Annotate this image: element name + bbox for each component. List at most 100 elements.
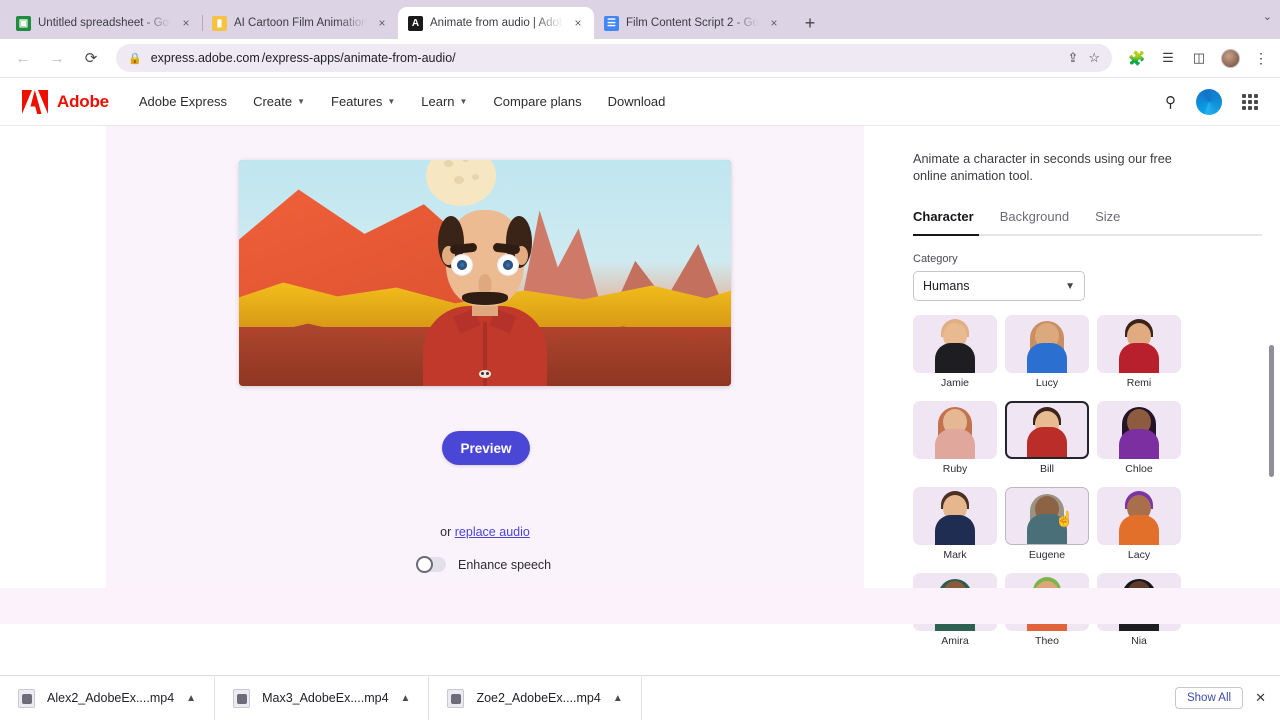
character-option-jamie[interactable]: Jamie — [913, 315, 997, 389]
enhance-speech-row[interactable]: Enhance speech — [416, 556, 551, 573]
tab-title: Animate from audio | Adobe Ex — [430, 17, 563, 29]
character-thumbnail[interactable] — [913, 487, 997, 546]
character-option-remi[interactable]: Remi — [1097, 315, 1181, 389]
nav-features[interactable]: Features ▼ — [331, 94, 395, 109]
download-item[interactable]: Alex2_AdobeEx....mp4 ▲ — [0, 675, 216, 720]
tool-panel: Animate from audio BETA Animate a charac… — [895, 113, 1280, 720]
chevron-down-icon: ▼ — [459, 97, 468, 106]
extensions-puzzle-icon[interactable]: 🧩 — [1126, 47, 1148, 69]
character-thumbnail[interactable] — [1097, 401, 1181, 460]
character-thumbnail[interactable] — [1005, 401, 1089, 460]
tab-close-button[interactable]: × — [570, 15, 586, 31]
tab-size[interactable]: Size — [1095, 209, 1120, 236]
chevron-down-icon: ▼ — [297, 97, 306, 106]
nav-label: Download — [607, 94, 666, 109]
avatar-body — [1027, 343, 1067, 374]
enhance-speech-toggle[interactable] — [416, 556, 446, 573]
address-bar[interactable]: 🔒 express.adobe.com /express-apps/animat… — [116, 44, 1112, 72]
animation-preview[interactable] — [239, 160, 731, 386]
reading-list-icon[interactable]: ☰ — [1157, 47, 1179, 69]
tab-close-button[interactable]: × — [374, 15, 390, 31]
chrome-menu-icon[interactable]: ⋮ — [1250, 47, 1272, 69]
replace-audio-row: or replace audio — [106, 525, 864, 539]
share-icon[interactable]: ⇪ — [1067, 50, 1078, 66]
adobe-logo[interactable]: Adobe — [22, 89, 109, 114]
character-thumbnail[interactable] — [913, 401, 997, 460]
nav-create[interactable]: Create ▼ — [253, 94, 305, 109]
nav-learn[interactable]: Learn ▼ — [421, 94, 467, 109]
cursor-pointer-icon: ☝ — [1055, 511, 1074, 529]
canvas-card: Preview or replace audio Enhance speech — [106, 113, 864, 618]
apps-grid-icon[interactable] — [1242, 93, 1258, 110]
chevron-up-icon[interactable]: ▲ — [401, 693, 411, 704]
character-option-ruby[interactable]: Ruby — [913, 401, 997, 475]
browser-tab-0[interactable]: ▣ Untitled spreadsheet - Google × — [6, 7, 202, 39]
sheets-icon: ▣ — [16, 15, 31, 31]
adobe-icon: A — [408, 15, 423, 31]
tab-close-button[interactable]: × — [178, 15, 194, 31]
page-content: Preview or replace audio Enhance speech … — [0, 113, 1280, 720]
download-item[interactable]: Zoe2_AdobeEx....mp4 ▲ — [429, 675, 642, 720]
browser-tab-3[interactable]: ☰ Film Content Script 2 - Google × — [594, 7, 790, 39]
download-item[interactable]: Max3_AdobeEx....mp4 ▲ — [215, 675, 430, 720]
nav-label: Compare plans — [493, 94, 582, 109]
toolbar-icons: 🧩 ☰ ◫ ⋮ — [1122, 47, 1272, 69]
shirt-button — [479, 369, 491, 378]
forward-button[interactable]: → — [42, 43, 72, 73]
panel-tabs: Character Background Size — [913, 209, 1262, 237]
browser-tab-2[interactable]: A Animate from audio | Adobe Ex × — [398, 7, 594, 39]
character-option-eugene[interactable]: ☝ Eugene — [1005, 487, 1089, 561]
bookmark-star-icon[interactable]: ☆ — [1088, 50, 1100, 66]
reload-button[interactable]: ⟳ — [76, 43, 106, 73]
adobe-site-header: Adobe Adobe Express Create ▼ Features ▼ … — [0, 78, 1280, 126]
replace-prefix: or — [440, 525, 455, 539]
user-avatar[interactable] — [1196, 88, 1222, 115]
nav-adobe-express[interactable]: Adobe Express — [139, 94, 227, 109]
character-thumbnail[interactable]: ☝ — [1005, 487, 1089, 546]
character-option-chloe[interactable]: Chloe — [1097, 401, 1181, 475]
character-name: Theo — [1035, 635, 1059, 648]
browser-tab-1[interactable]: ▮ AI Cartoon Film Animation - Go × — [202, 7, 398, 39]
character-thumbnail[interactable] — [913, 315, 997, 374]
character-option-lucy[interactable]: Lucy — [1005, 315, 1089, 389]
back-button[interactable]: ← — [8, 43, 38, 73]
panel-scrollbar[interactable] — [1269, 345, 1274, 477]
close-downloads-icon[interactable]: ✕ — [1255, 690, 1266, 706]
page-bottom-band — [0, 588, 1280, 624]
character-name: Jamie — [940, 377, 969, 390]
avatar-body — [1119, 429, 1159, 460]
search-icon[interactable]: ⚲ — [1165, 93, 1176, 111]
avatar-body — [1119, 343, 1159, 374]
replace-audio-link[interactable]: replace audio — [455, 525, 530, 539]
docs-icon: ☰ — [604, 15, 619, 31]
character-option-mark[interactable]: Mark — [913, 487, 997, 561]
category-select[interactable]: Humans ▼ — [913, 271, 1085, 302]
nav-download[interactable]: Download — [608, 94, 666, 109]
tab-active-indicator — [913, 233, 979, 237]
nav-compare-plans[interactable]: Compare plans — [493, 94, 581, 109]
character-thumbnail[interactable] — [1097, 487, 1181, 546]
chevron-up-icon[interactable]: ▲ — [186, 693, 196, 704]
profile-avatar-icon[interactable] — [1219, 47, 1241, 69]
character-thumbnail[interactable] — [1005, 315, 1089, 374]
browser-window: ▣ Untitled spreadsheet - Google × ▮ AI C… — [0, 0, 1280, 720]
tab-character[interactable]: Character — [913, 209, 974, 236]
character-option-lacy[interactable]: Lacy — [1097, 487, 1181, 561]
new-tab-button[interactable]: + — [796, 9, 824, 37]
character-name: Amira — [941, 635, 969, 648]
nav-label: Learn — [421, 94, 455, 109]
character-option-bill[interactable]: Bill — [1005, 401, 1089, 475]
character-name: Nia — [1131, 635, 1147, 648]
folder-icon: ▮ — [212, 15, 227, 31]
tab-background[interactable]: Background — [1000, 209, 1069, 236]
show-all-button[interactable]: Show All — [1174, 687, 1244, 709]
preview-button[interactable]: Preview — [442, 431, 530, 465]
window-minimize-button[interactable]: ⌄ — [1263, 10, 1272, 23]
tab-close-button[interactable]: × — [766, 15, 782, 31]
chevron-up-icon[interactable]: ▲ — [613, 693, 623, 704]
avatar-body — [935, 515, 975, 546]
nav-label: Create — [253, 94, 293, 109]
adobe-wordmark: Adobe — [57, 91, 109, 111]
side-panel-icon[interactable]: ◫ — [1188, 47, 1210, 69]
character-thumbnail[interactable] — [1097, 315, 1181, 374]
